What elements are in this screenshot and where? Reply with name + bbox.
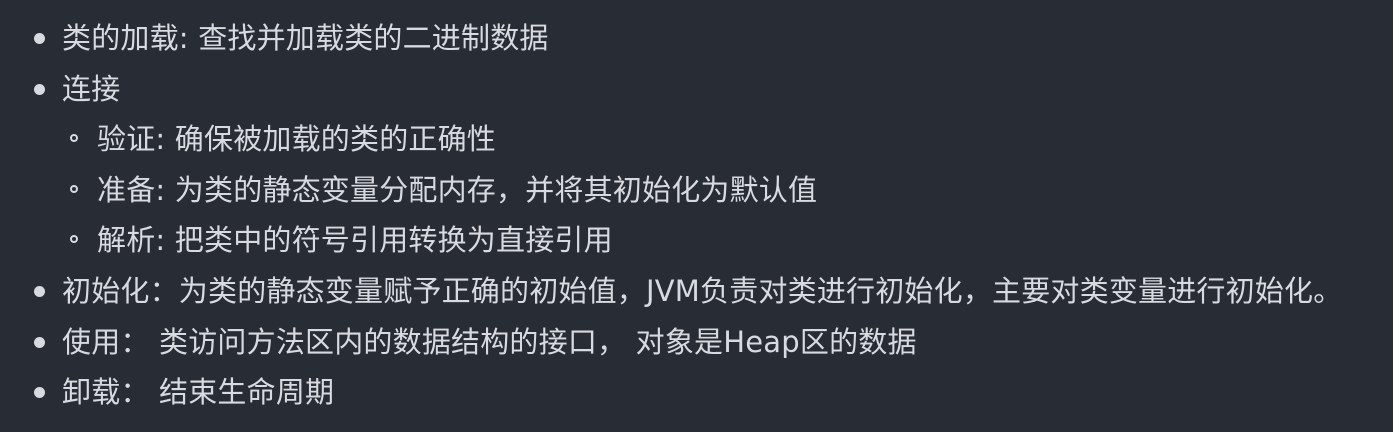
bullet-icon <box>34 83 45 95</box>
bullet-list: 类的加载: 查找并加载类的二进制数据 连接 验证: 确保被加载的类的正确性 准备… <box>0 0 1393 418</box>
bullet-icon <box>34 387 45 399</box>
hollow-bullet-icon <box>70 134 78 143</box>
sub-bullet-list: 验证: 确保被加载的类的正确性 准备: 为类的静态变量分配内存，并将其初始化为默… <box>62 114 1393 266</box>
sub-list-item-text: 验证: 确保被加载的类的正确性 <box>97 122 496 157</box>
hollow-bullet-icon <box>70 184 78 193</box>
sub-list-item-verification: 验证: 确保被加载的类的正确性 <box>70 114 1393 165</box>
list-item-text: 初始化：为类的静态变量赋予正确的初始值，JVM负责对类进行初始化，主要对类变量进… <box>62 273 1343 308</box>
bullet-icon <box>34 285 45 297</box>
hollow-bullet-icon <box>70 235 78 244</box>
list-item-unloading: 卸载： 结束生命周期 <box>0 367 1393 418</box>
list-item-linking: 连接 验证: 确保被加载的类的正确性 准备: 为类的静态变量分配内存，并将其初始… <box>0 64 1393 266</box>
list-item-text: 类的加载: 查找并加载类的二进制数据 <box>62 21 549 55</box>
sub-list-item-preparation: 准备: 为类的静态变量分配内存，并将其初始化为默认值 <box>70 165 1393 216</box>
list-item-loading: 类的加载: 查找并加载类的二进制数据 <box>0 13 1393 64</box>
list-item-initialization: 初始化：为类的静态变量赋予正确的初始值，JVM负责对类进行初始化，主要对类变量进… <box>0 266 1393 317</box>
bullet-icon <box>34 33 45 44</box>
document: 类的加载: 查找并加载类的二进制数据 连接 验证: 确保被加载的类的正确性 准备… <box>0 0 1393 432</box>
list-item-text: 使用： 类访问方法区内的数据结构的接口， 对象是Heap区的数据 <box>62 324 917 359</box>
sub-list-item-text: 准备: 为类的静态变量分配内存，并将其初始化为默认值 <box>97 172 818 207</box>
list-item-usage: 使用： 类访问方法区内的数据结构的接口， 对象是Heap区的数据 <box>0 317 1393 368</box>
list-item-text: 卸载： 结束生命周期 <box>62 375 335 410</box>
list-item-text: 连接 <box>62 71 121 106</box>
sub-list-item-resolution: 解析: 把类中的符号引用转换为直接引用 <box>70 215 1393 266</box>
bullet-icon <box>34 336 45 348</box>
sub-list-item-text: 解析: 把类中的符号引用转换为直接引用 <box>97 223 613 258</box>
